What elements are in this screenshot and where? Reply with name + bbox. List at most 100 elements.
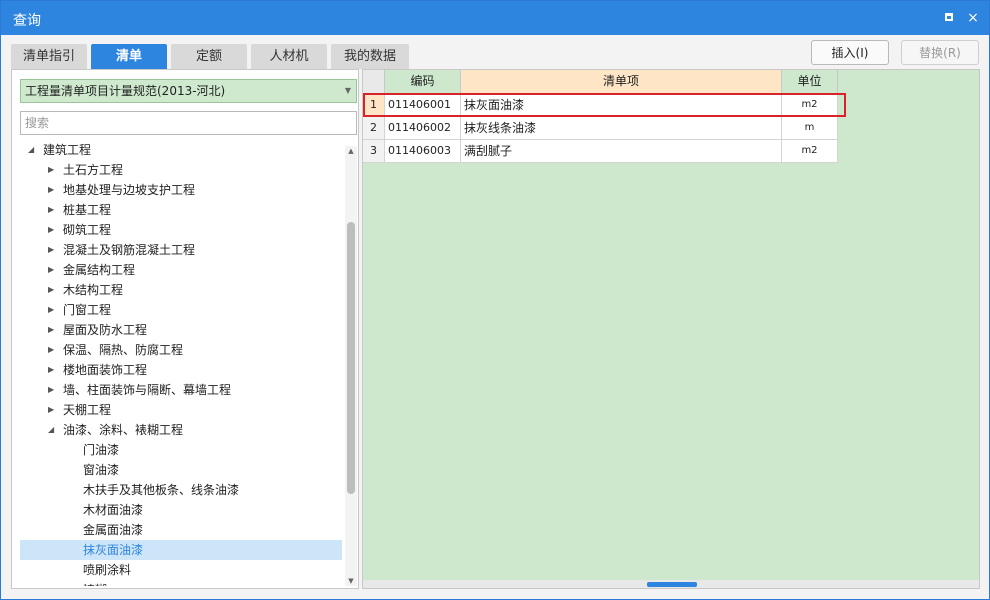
catalog-panel: 工程量清单项目计量规范(2013-河北) ▼ 搜索 ◢ 建筑工程 ▶ 土石方工程 ▶ 地基… xyxy=(11,69,359,589)
row-number: 2 xyxy=(363,117,385,140)
unit-cell[interactable]: m xyxy=(782,117,838,140)
tree-item-label: 门油漆 xyxy=(83,443,120,457)
title-bar[interactable]: 查询 × xyxy=(1,1,989,35)
item-cell[interactable]: 满刮腻子 xyxy=(461,140,782,163)
tree-item[interactable]: ▶ 混凝土及钢筋混凝土工程 xyxy=(20,240,342,260)
close-icon: × xyxy=(967,10,979,26)
tree-item[interactable]: ▶ 天棚工程 xyxy=(20,400,342,420)
item-cell[interactable]: 抹灰线条油漆 xyxy=(461,117,782,140)
tree-item[interactable]: ◢ 油漆、涂料、裱糊工程 xyxy=(20,420,342,440)
maximize-button[interactable] xyxy=(941,9,959,27)
window-title: 查询 xyxy=(13,13,41,29)
tree-item-label: 抹灰面油漆 xyxy=(83,543,144,557)
tree-item[interactable]: 木材面油漆 xyxy=(20,500,342,520)
tree-item[interactable]: ▶ 木结构工程 xyxy=(20,280,342,300)
tree-item[interactable]: ▶ 楼地面装饰工程 xyxy=(20,360,342,380)
code-cell[interactable]: 011406002 xyxy=(385,117,461,140)
tab-quota[interactable]: 定额 xyxy=(171,44,247,69)
replace-button[interactable]: 替换(R) xyxy=(901,40,979,65)
grid-scroll-thumb[interactable] xyxy=(647,582,697,587)
tree-item-label: 喷刷涂料 xyxy=(83,563,132,577)
collapsed-arrow-icon[interactable]: ▶ xyxy=(48,380,54,400)
tree-item[interactable]: ▶ 地基处理与边坡支护工程 xyxy=(20,180,342,200)
tree-item[interactable]: ▶ 屋面及防水工程 xyxy=(20,320,342,340)
tree-item-label: 建筑工程 xyxy=(43,143,92,157)
code-cell[interactable]: 011406001 xyxy=(385,94,461,117)
tree-item[interactable]: ▶ 门窗工程 xyxy=(20,300,342,320)
tree-item[interactable]: ▶ 墙、柱面装饰与隔断、幕墙工程 xyxy=(20,380,342,400)
tree-item[interactable]: ▶ 桩基工程 xyxy=(20,200,342,220)
collapsed-arrow-icon[interactable]: ▶ xyxy=(48,280,54,300)
query-dialog: 查询 × 清单指引 清单 定额 人材机 我的数据 插入(I) 替换(R) 工程量… xyxy=(0,0,990,600)
unit-cell[interactable]: m2 xyxy=(782,140,838,163)
row-number: 3 xyxy=(363,140,385,163)
collapsed-arrow-icon[interactable]: ▶ xyxy=(48,360,54,380)
tree-item-label: 金属面油漆 xyxy=(83,523,144,537)
tree-item-label: 桩基工程 xyxy=(63,203,112,217)
tree-item[interactable]: 门油漆 xyxy=(20,440,342,460)
tree-item-label: 天棚工程 xyxy=(63,403,112,417)
tree-item-label: 金属结构工程 xyxy=(63,263,136,277)
tab-bill[interactable]: 清单 xyxy=(91,44,167,69)
tree-item[interactable]: ▶ 土石方工程 xyxy=(20,160,342,180)
tree-item-label: 屋面及防水工程 xyxy=(63,323,148,337)
tree-item[interactable]: 喷刷涂料 xyxy=(20,560,342,580)
tree-item[interactable]: 裱糊 xyxy=(20,580,342,586)
close-button[interactable]: × xyxy=(964,9,982,27)
tree-item-label: 木扶手及其他板条、线条油漆 xyxy=(83,483,240,497)
tree-item[interactable]: ▶ 砌筑工程 xyxy=(20,220,342,240)
tree-item-label: 木结构工程 xyxy=(63,283,124,297)
chevron-down-icon: ▼ xyxy=(344,86,351,95)
tree-item-label: 土石方工程 xyxy=(63,163,124,177)
tab-labor-material-machine[interactable]: 人材机 xyxy=(251,44,327,69)
item-column-header[interactable]: 清单项 xyxy=(461,70,782,94)
search-input[interactable]: 搜索 xyxy=(20,111,357,135)
maximize-icon xyxy=(945,13,953,21)
tree-item-label: 楼地面装饰工程 xyxy=(63,363,148,377)
row-number-header xyxy=(363,70,385,94)
tree-scrollbar[interactable]: ▲ ▼ xyxy=(345,146,357,586)
tree-item[interactable]: 窗油漆 xyxy=(20,460,342,480)
collapsed-arrow-icon[interactable]: ▶ xyxy=(48,260,54,280)
tree-item[interactable]: ◢ 建筑工程 xyxy=(20,140,342,160)
collapsed-arrow-icon[interactable]: ▶ xyxy=(48,180,54,200)
grid-horizontal-scrollbar[interactable] xyxy=(363,580,979,588)
item-cell[interactable]: 抹灰面油漆 xyxy=(461,94,782,117)
tree-item-label: 保温、隔热、防腐工程 xyxy=(63,343,184,357)
spec-dropdown-value: 工程量清单项目计量规范(2013-河北) xyxy=(25,84,226,98)
tab-my-data[interactable]: 我的数据 xyxy=(331,44,409,69)
tree-item[interactable]: 木扶手及其他板条、线条油漆 xyxy=(20,480,342,500)
collapsed-arrow-icon[interactable]: ▶ xyxy=(48,240,54,260)
unit-cell[interactable]: m2 xyxy=(782,94,838,117)
code-column-header[interactable]: 编码 xyxy=(385,70,461,94)
code-cell[interactable]: 011406003 xyxy=(385,140,461,163)
expanded-arrow-icon[interactable]: ◢ xyxy=(48,420,54,440)
tree-item-label: 砌筑工程 xyxy=(63,223,112,237)
tree-item-label: 地基处理与边坡支护工程 xyxy=(63,183,196,197)
scroll-down-icon[interactable]: ▼ xyxy=(346,576,356,586)
collapsed-arrow-icon[interactable]: ▶ xyxy=(48,160,54,180)
tree-item-label: 门窗工程 xyxy=(63,303,112,317)
tree-item[interactable]: ▶ 金属结构工程 xyxy=(20,260,342,280)
collapsed-arrow-icon[interactable]: ▶ xyxy=(48,320,54,340)
bill-grid: 编码 清单项 单位 1 011406001 抹灰面油漆 m2 2 0114060… xyxy=(362,69,980,589)
tree-item-label: 木材面油漆 xyxy=(83,503,144,517)
unit-column-header[interactable]: 单位 xyxy=(782,70,838,94)
collapsed-arrow-icon[interactable]: ▶ xyxy=(48,300,54,320)
tree-item[interactable]: 抹灰面油漆 xyxy=(20,540,342,560)
expanded-arrow-icon[interactable]: ◢ xyxy=(28,140,34,160)
insert-button[interactable]: 插入(I) xyxy=(811,40,889,65)
catalog-tree: ◢ 建筑工程 ▶ 土石方工程 ▶ 地基处理与边坡支护工程 ▶ 桩基工程 ▶ 砌筑工程 ▶ 混凝土及钢筋… xyxy=(20,140,344,586)
collapsed-arrow-icon[interactable]: ▶ xyxy=(48,200,54,220)
tree-item[interactable]: 金属面油漆 xyxy=(20,520,342,540)
collapsed-arrow-icon[interactable]: ▶ xyxy=(48,220,54,240)
tree-item[interactable]: ▶ 保温、隔热、防腐工程 xyxy=(20,340,342,360)
tree-item-label: 窗油漆 xyxy=(83,463,120,477)
spec-dropdown[interactable]: 工程量清单项目计量规范(2013-河北) ▼ xyxy=(20,79,357,103)
tree-scroll-thumb[interactable] xyxy=(347,222,355,494)
scroll-up-icon[interactable]: ▲ xyxy=(346,146,356,156)
tree-item-label: 油漆、涂料、裱糊工程 xyxy=(63,423,184,437)
collapsed-arrow-icon[interactable]: ▶ xyxy=(48,340,54,360)
tab-bill-guide[interactable]: 清单指引 xyxy=(11,44,87,69)
collapsed-arrow-icon[interactable]: ▶ xyxy=(48,400,54,420)
